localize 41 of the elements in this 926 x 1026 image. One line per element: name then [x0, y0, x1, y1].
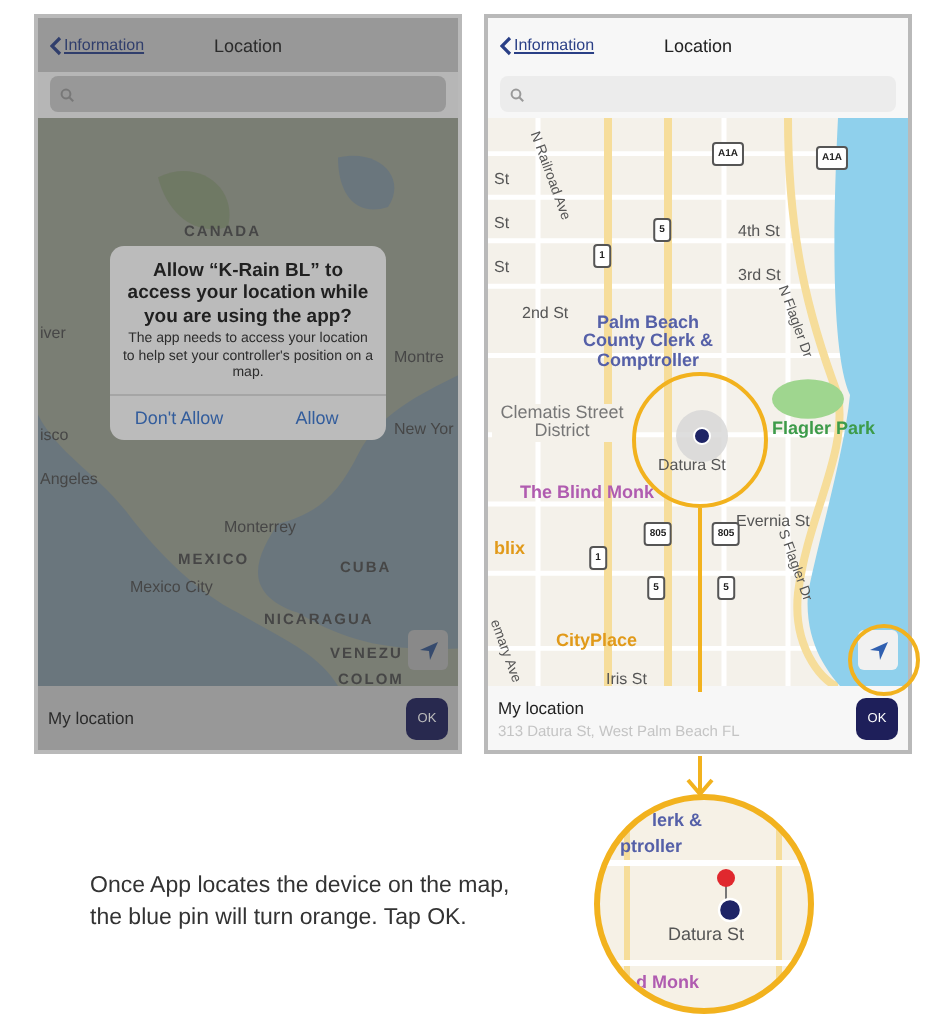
map-label: isco — [40, 426, 69, 444]
map-label: Datura St — [668, 924, 745, 944]
dialog-title: Allow “K-Rain BL” to access your location while you are using the app? — [125, 258, 371, 331]
map-label: Datura St — [658, 456, 726, 474]
location-label: My location — [48, 708, 136, 728]
caption-text: Once App locates the device on the map, the blue pin will turn orange. Tap OK. — [90, 872, 512, 934]
map-label: ptroller — [620, 838, 683, 857]
chevron-left-icon — [500, 35, 512, 55]
map-label: Monterrey — [224, 518, 297, 536]
map-label: St — [494, 258, 510, 276]
map-label: iver — [40, 324, 66, 342]
location-arrow-icon — [417, 639, 439, 661]
map-label: Clematis Street District — [492, 404, 632, 442]
map-label: 4th St — [738, 222, 780, 240]
map-label: Evernia St — [736, 512, 810, 530]
map-label: Montre — [394, 348, 444, 366]
map-label: blix — [494, 538, 526, 558]
map-label: 2nd St — [522, 304, 569, 322]
map-label: CityPlace — [556, 630, 638, 650]
search-icon — [60, 87, 74, 101]
highlight-circle — [848, 624, 920, 696]
locate-button[interactable] — [408, 630, 448, 670]
map-pin-icon — [712, 868, 744, 924]
search-field[interactable] — [50, 76, 446, 112]
map-label: lerk & — [652, 812, 703, 831]
back-link[interactable]: Information — [50, 35, 145, 55]
map-label: Palm Beach County Clerk & Comptroller — [580, 314, 715, 371]
chevron-left-icon — [50, 35, 62, 55]
location-label: My location — [498, 697, 586, 717]
screen-title: Location — [663, 35, 733, 55]
map-label: 3rd St — [738, 266, 781, 284]
map-label: The Blind Monk — [520, 482, 654, 502]
map-label: St — [494, 170, 510, 188]
back-link[interactable]: Information — [500, 35, 595, 55]
screen-title: Location — [213, 35, 283, 55]
map-label: St — [494, 214, 510, 232]
map-label: Iris St — [606, 670, 647, 686]
location-arrow-icon — [867, 639, 889, 661]
search-field[interactable] — [500, 76, 896, 112]
locate-button[interactable] — [858, 630, 898, 670]
search-icon — [510, 87, 524, 101]
